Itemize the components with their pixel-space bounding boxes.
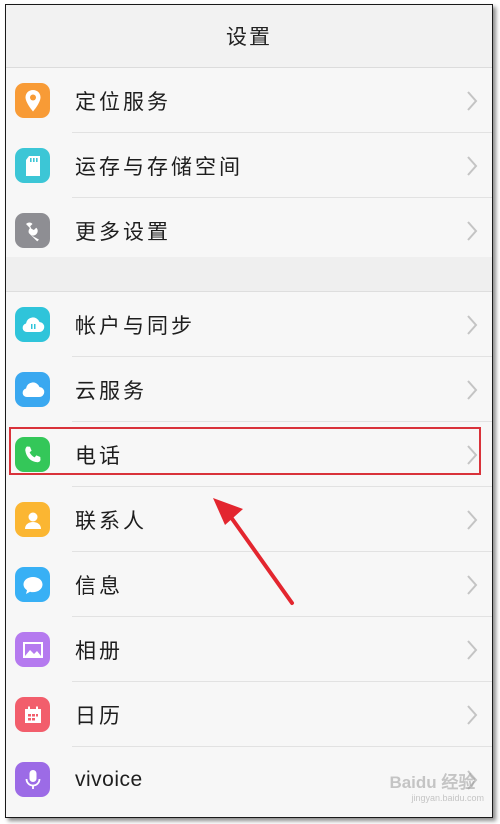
settings-item-album[interactable]: 相册	[6, 617, 492, 682]
message-bubble-icon	[15, 567, 50, 602]
chevron-right-icon	[467, 90, 478, 111]
baidu-jingyan-watermark: Baidu 经验 jingyan.baidu.com	[389, 768, 484, 803]
settings-screen: 设置 定位服务 运存与存储空间 更多设置 帐户与同步 云服务 电话 联系人 信息…	[5, 4, 493, 818]
settings-group-system: 定位服务 运存与存储空间 更多设置	[6, 68, 492, 263]
settings-item-label: 云服务	[75, 378, 147, 403]
section-separator	[6, 257, 492, 292]
settings-item-accounts-sync[interactable]: 帐户与同步	[6, 292, 492, 357]
chevron-right-icon	[467, 220, 478, 241]
settings-group-apps: 帐户与同步 云服务 电话 联系人 信息 相册 日历 vivoice	[6, 292, 492, 812]
chevron-right-icon	[467, 379, 478, 400]
chevron-right-icon	[467, 509, 478, 530]
cloud-icon	[15, 372, 50, 407]
watermark-brand: Baidu 经验	[389, 773, 476, 792]
page-title: 设置	[226, 25, 272, 49]
settings-item-label: 相册	[75, 638, 123, 663]
wrench-icon	[15, 213, 50, 248]
chevron-right-icon	[467, 155, 478, 176]
settings-item-contacts[interactable]: 联系人	[6, 487, 492, 552]
sd-card-icon	[15, 148, 50, 183]
chevron-right-icon	[467, 704, 478, 725]
settings-item-location-services[interactable]: 定位服务	[6, 68, 492, 133]
settings-item-memory-storage[interactable]: 运存与存储空间	[6, 133, 492, 198]
cloud-sync-icon	[15, 307, 50, 342]
settings-item-label: 联系人	[75, 508, 147, 533]
chevron-right-icon	[467, 444, 478, 465]
settings-item-label: vivoice	[75, 767, 143, 791]
settings-item-messages[interactable]: 信息	[6, 552, 492, 617]
settings-item-label: 更多设置	[75, 219, 171, 244]
chevron-right-icon	[467, 574, 478, 595]
chevron-right-icon	[467, 639, 478, 660]
title-bar: 设置	[6, 5, 492, 68]
settings-item-label: 信息	[75, 573, 123, 598]
settings-item-more-settings[interactable]: 更多设置	[6, 198, 492, 263]
settings-item-cloud-service[interactable]: 云服务	[6, 357, 492, 422]
contact-person-icon	[15, 502, 50, 537]
settings-item-phone[interactable]: 电话	[6, 422, 492, 487]
calendar-icon	[15, 697, 50, 732]
settings-item-label: 帐户与同步	[75, 313, 195, 338]
microphone-icon	[15, 762, 50, 797]
photo-album-icon	[15, 632, 50, 667]
settings-item-label: 运存与存储空间	[75, 154, 243, 179]
phone-icon	[15, 437, 50, 472]
settings-item-label: 电话	[75, 443, 123, 468]
chevron-right-icon	[467, 314, 478, 335]
location-pin-icon	[15, 83, 50, 118]
settings-item-calendar[interactable]: 日历	[6, 682, 492, 747]
watermark-url: jingyan.baidu.com	[411, 793, 484, 803]
settings-item-label: 定位服务	[75, 89, 171, 114]
settings-item-label: 日历	[75, 703, 123, 728]
